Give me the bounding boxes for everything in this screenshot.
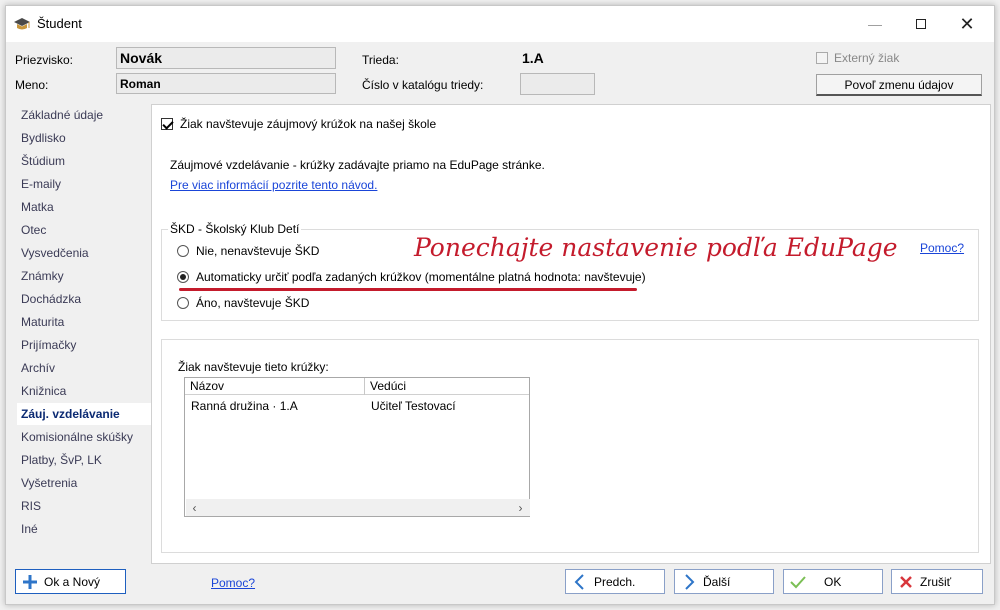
- sidebar-item-basic[interactable]: Základné údaje: [21, 104, 103, 126]
- sidebar-item-father[interactable]: Otec: [21, 219, 46, 241]
- attends-circle-label: Žiak navštevuje záujmový krúžok na našej…: [180, 117, 437, 131]
- graduation-cap-icon: [14, 18, 30, 30]
- sidebar-nav: Základné údaje Bydlisko Štúdium E-maily …: [15, 104, 157, 564]
- skd-radio-auto[interactable]: [177, 271, 189, 283]
- sidebar-item-maturita[interactable]: Maturita: [21, 311, 64, 333]
- class-value: 1.A: [522, 50, 544, 66]
- cancel-x-icon: [892, 575, 920, 589]
- sidebar-item-commission-exams[interactable]: Komisionálne skúšky: [21, 426, 133, 448]
- allow-change-button[interactable]: Povoľ zmenu údajov: [816, 74, 982, 96]
- sidebar-item-interest-education[interactable]: Záuj. vzdelávanie: [17, 403, 157, 425]
- attends-circle-checkbox[interactable]: Žiak navštevuje záujmový krúžok na našej…: [161, 117, 436, 131]
- row-circle-leader: Učiteľ Testovací: [371, 399, 456, 413]
- info-text: Záujmové vzdelávanie - krúžky zadávajte …: [170, 158, 545, 172]
- circles-label: Žiak navštevuje tieto krúžky:: [178, 360, 329, 374]
- external-student-checkbox[interactable]: Externý žiak: [816, 51, 899, 65]
- main-panel: Žiak navštevuje záujmový krúžok na našej…: [151, 104, 991, 564]
- ok-and-new-label: Ok a Nový: [44, 574, 101, 589]
- ok-label: OK: [824, 574, 842, 589]
- catalog-label: Číslo v katalógu triedy:: [362, 78, 484, 92]
- sidebar-item-emails[interactable]: E-maily: [21, 173, 61, 195]
- column-header-name[interactable]: Názov: [185, 378, 365, 395]
- checkmark-icon: [784, 575, 812, 589]
- minimize-icon: —: [868, 16, 882, 32]
- skd-option-no-label: Nie, nenavštevuje ŠKD: [196, 244, 320, 258]
- skd-help-link[interactable]: Pomoc?: [920, 241, 964, 255]
- circles-groupbox: Žiak navštevuje tieto krúžky: Názov Vedú…: [161, 339, 979, 553]
- info-guide-link[interactable]: Pre viac informácií pozrite tento návod.: [170, 178, 377, 192]
- skd-option-auto[interactable]: Automaticky určiť podľa zadaných krúžkov…: [177, 270, 646, 284]
- sidebar-item-residence[interactable]: Bydlisko: [21, 127, 66, 149]
- ok-and-new-button[interactable]: Ok a Nový: [15, 569, 126, 594]
- row-circle-name: Ranná družina · 1.A: [191, 399, 298, 413]
- sidebar-item-report-cards[interactable]: Vysvedčenia: [21, 242, 89, 264]
- chevron-right-icon: [675, 573, 703, 590]
- attends-checkbox-box[interactable]: [161, 118, 173, 130]
- sidebar-item-payments[interactable]: Platby, ŠvP, LK: [21, 449, 102, 471]
- skd-radio-yes[interactable]: [177, 297, 189, 309]
- cancel-label: Zrušiť: [920, 574, 952, 589]
- catalog-number-field[interactable]: [520, 73, 595, 95]
- external-label: Externý žiak: [834, 51, 900, 65]
- surname-field[interactable]: Novák: [116, 47, 336, 69]
- scroll-right-icon[interactable]: ›: [512, 499, 529, 516]
- table-row[interactable]: Ranná družina · 1.A Učiteľ Testovací: [185, 397, 529, 415]
- skd-option-yes[interactable]: Áno, navštevuje ŠKD: [177, 296, 309, 310]
- title-bar: Študent — ✕: [6, 6, 994, 42]
- sidebar-item-library[interactable]: Knižnica: [21, 380, 66, 402]
- footer-help-link[interactable]: Pomoc?: [211, 576, 255, 590]
- next-label: Ďalší: [703, 574, 731, 589]
- annotation-underline: [179, 288, 637, 291]
- name-label: Meno:: [15, 78, 49, 92]
- previous-label: Predch.: [594, 574, 636, 589]
- sidebar-item-ris[interactable]: RIS: [21, 495, 41, 517]
- horizontal-scrollbar[interactable]: ‹ ›: [186, 499, 530, 516]
- sidebar-item-mother[interactable]: Matka: [21, 196, 54, 218]
- sidebar-item-examinations[interactable]: Vyšetrenia: [21, 472, 77, 494]
- close-icon: ✕: [959, 13, 975, 34]
- listview-header: Názov Vedúci: [185, 378, 529, 395]
- skd-option-yes-label: Áno, navštevuje ŠKD: [196, 296, 310, 310]
- skd-option-no[interactable]: Nie, nenavštevuje ŠKD: [177, 244, 319, 258]
- sidebar-item-attendance[interactable]: Dochádzka: [21, 288, 81, 310]
- skd-legend: ŠKD - Školský Klub Detí: [168, 222, 302, 236]
- name-field[interactable]: Roman: [116, 73, 336, 94]
- class-label: Trieda:: [362, 53, 399, 67]
- sidebar-item-archive[interactable]: Archív: [21, 357, 55, 379]
- window-title: Študent: [37, 16, 82, 31]
- previous-button[interactable]: Predch.: [565, 569, 665, 594]
- sidebar-item-admissions[interactable]: Prijímačky: [21, 334, 76, 356]
- skd-option-auto-label: Automaticky určiť podľa zadaných krúžkov…: [196, 270, 646, 284]
- student-dialog: Študent — ✕ Priezvisko: Novák Meno: Roma…: [5, 5, 995, 605]
- sidebar-item-grades[interactable]: Známky: [21, 265, 64, 287]
- surname-label: Priezvisko:: [15, 53, 74, 67]
- plus-icon: [16, 574, 44, 589]
- external-checkbox-box[interactable]: [816, 52, 828, 64]
- cancel-button[interactable]: Zrušiť: [891, 569, 983, 594]
- column-header-leader[interactable]: Vedúci: [365, 378, 529, 395]
- next-button[interactable]: Ďalší: [674, 569, 774, 594]
- maximize-icon: [916, 19, 926, 29]
- chevron-left-icon: [566, 573, 594, 590]
- ok-button[interactable]: OK: [783, 569, 883, 594]
- scroll-left-icon[interactable]: ‹: [186, 499, 203, 516]
- skd-radio-no[interactable]: [177, 245, 189, 257]
- circles-listview[interactable]: Názov Vedúci Ranná družina · 1.A Učiteľ …: [184, 377, 530, 517]
- sidebar-item-study[interactable]: Štúdium: [21, 150, 65, 172]
- annotation-note: Ponechajte nastavenie podľa EduPage: [414, 233, 898, 262]
- minimize-button[interactable]: —: [852, 6, 898, 42]
- maximize-button[interactable]: [898, 6, 944, 42]
- sidebar-item-other[interactable]: Iné: [21, 518, 38, 540]
- close-button[interactable]: ✕: [944, 6, 990, 42]
